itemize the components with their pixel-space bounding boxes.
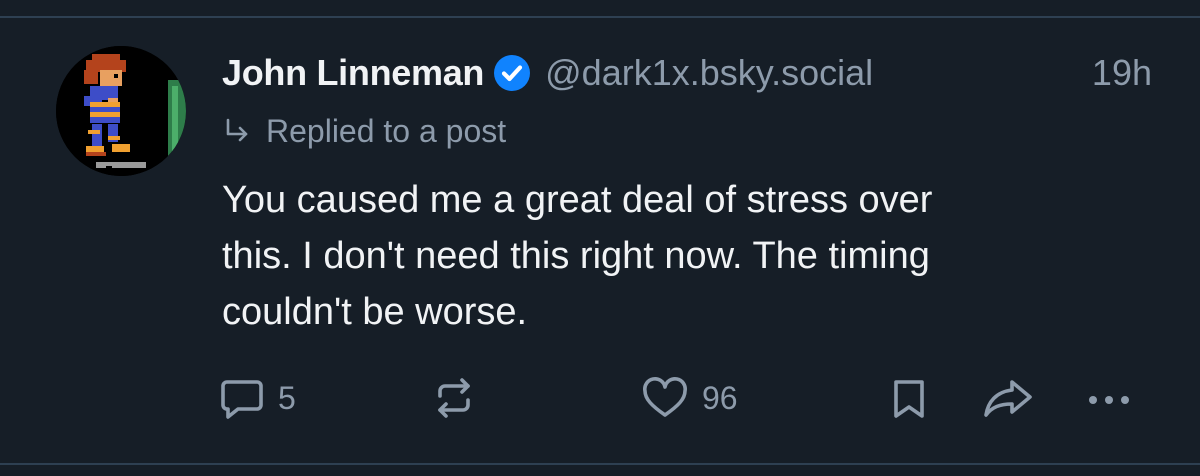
bookmark-icon	[894, 380, 924, 418]
verified-badge-icon[interactable]	[493, 54, 531, 92]
reply-context-label: Replied to a post	[266, 112, 507, 149]
bottom-divider	[0, 463, 1200, 465]
more-options-button[interactable]	[1084, 370, 1134, 426]
like-button[interactable]: 96	[640, 370, 738, 426]
repost-icon	[438, 378, 470, 418]
reply-button[interactable]: 5	[218, 370, 296, 426]
top-divider	[0, 16, 1200, 18]
share-icon	[984, 380, 1032, 417]
more-icon	[1089, 396, 1129, 404]
post-header: John Linneman @dark1x.bsky.social	[222, 50, 873, 96]
reply-context[interactable]: Replied to a post	[222, 110, 506, 152]
pixel-art-avatar-icon	[56, 46, 186, 176]
comment-icon	[221, 380, 263, 419]
author-handle[interactable]: @dark1x.bsky.social	[545, 52, 873, 94]
bookmark-button[interactable]	[886, 370, 932, 426]
reply-arrow-icon	[226, 118, 248, 142]
author-name[interactable]: John Linneman	[222, 52, 484, 94]
heart-icon	[643, 377, 687, 417]
repost-button[interactable]	[428, 370, 492, 426]
post-timestamp[interactable]: 19h	[1092, 52, 1152, 94]
share-button[interactable]	[980, 370, 1036, 426]
like-count: 96	[702, 379, 738, 416]
avatar[interactable]	[56, 46, 186, 176]
post-text: You caused me a great deal of stress ove…	[222, 179, 933, 333]
post-actions: 5 96	[0, 370, 1200, 426]
reply-count: 5	[278, 379, 296, 416]
